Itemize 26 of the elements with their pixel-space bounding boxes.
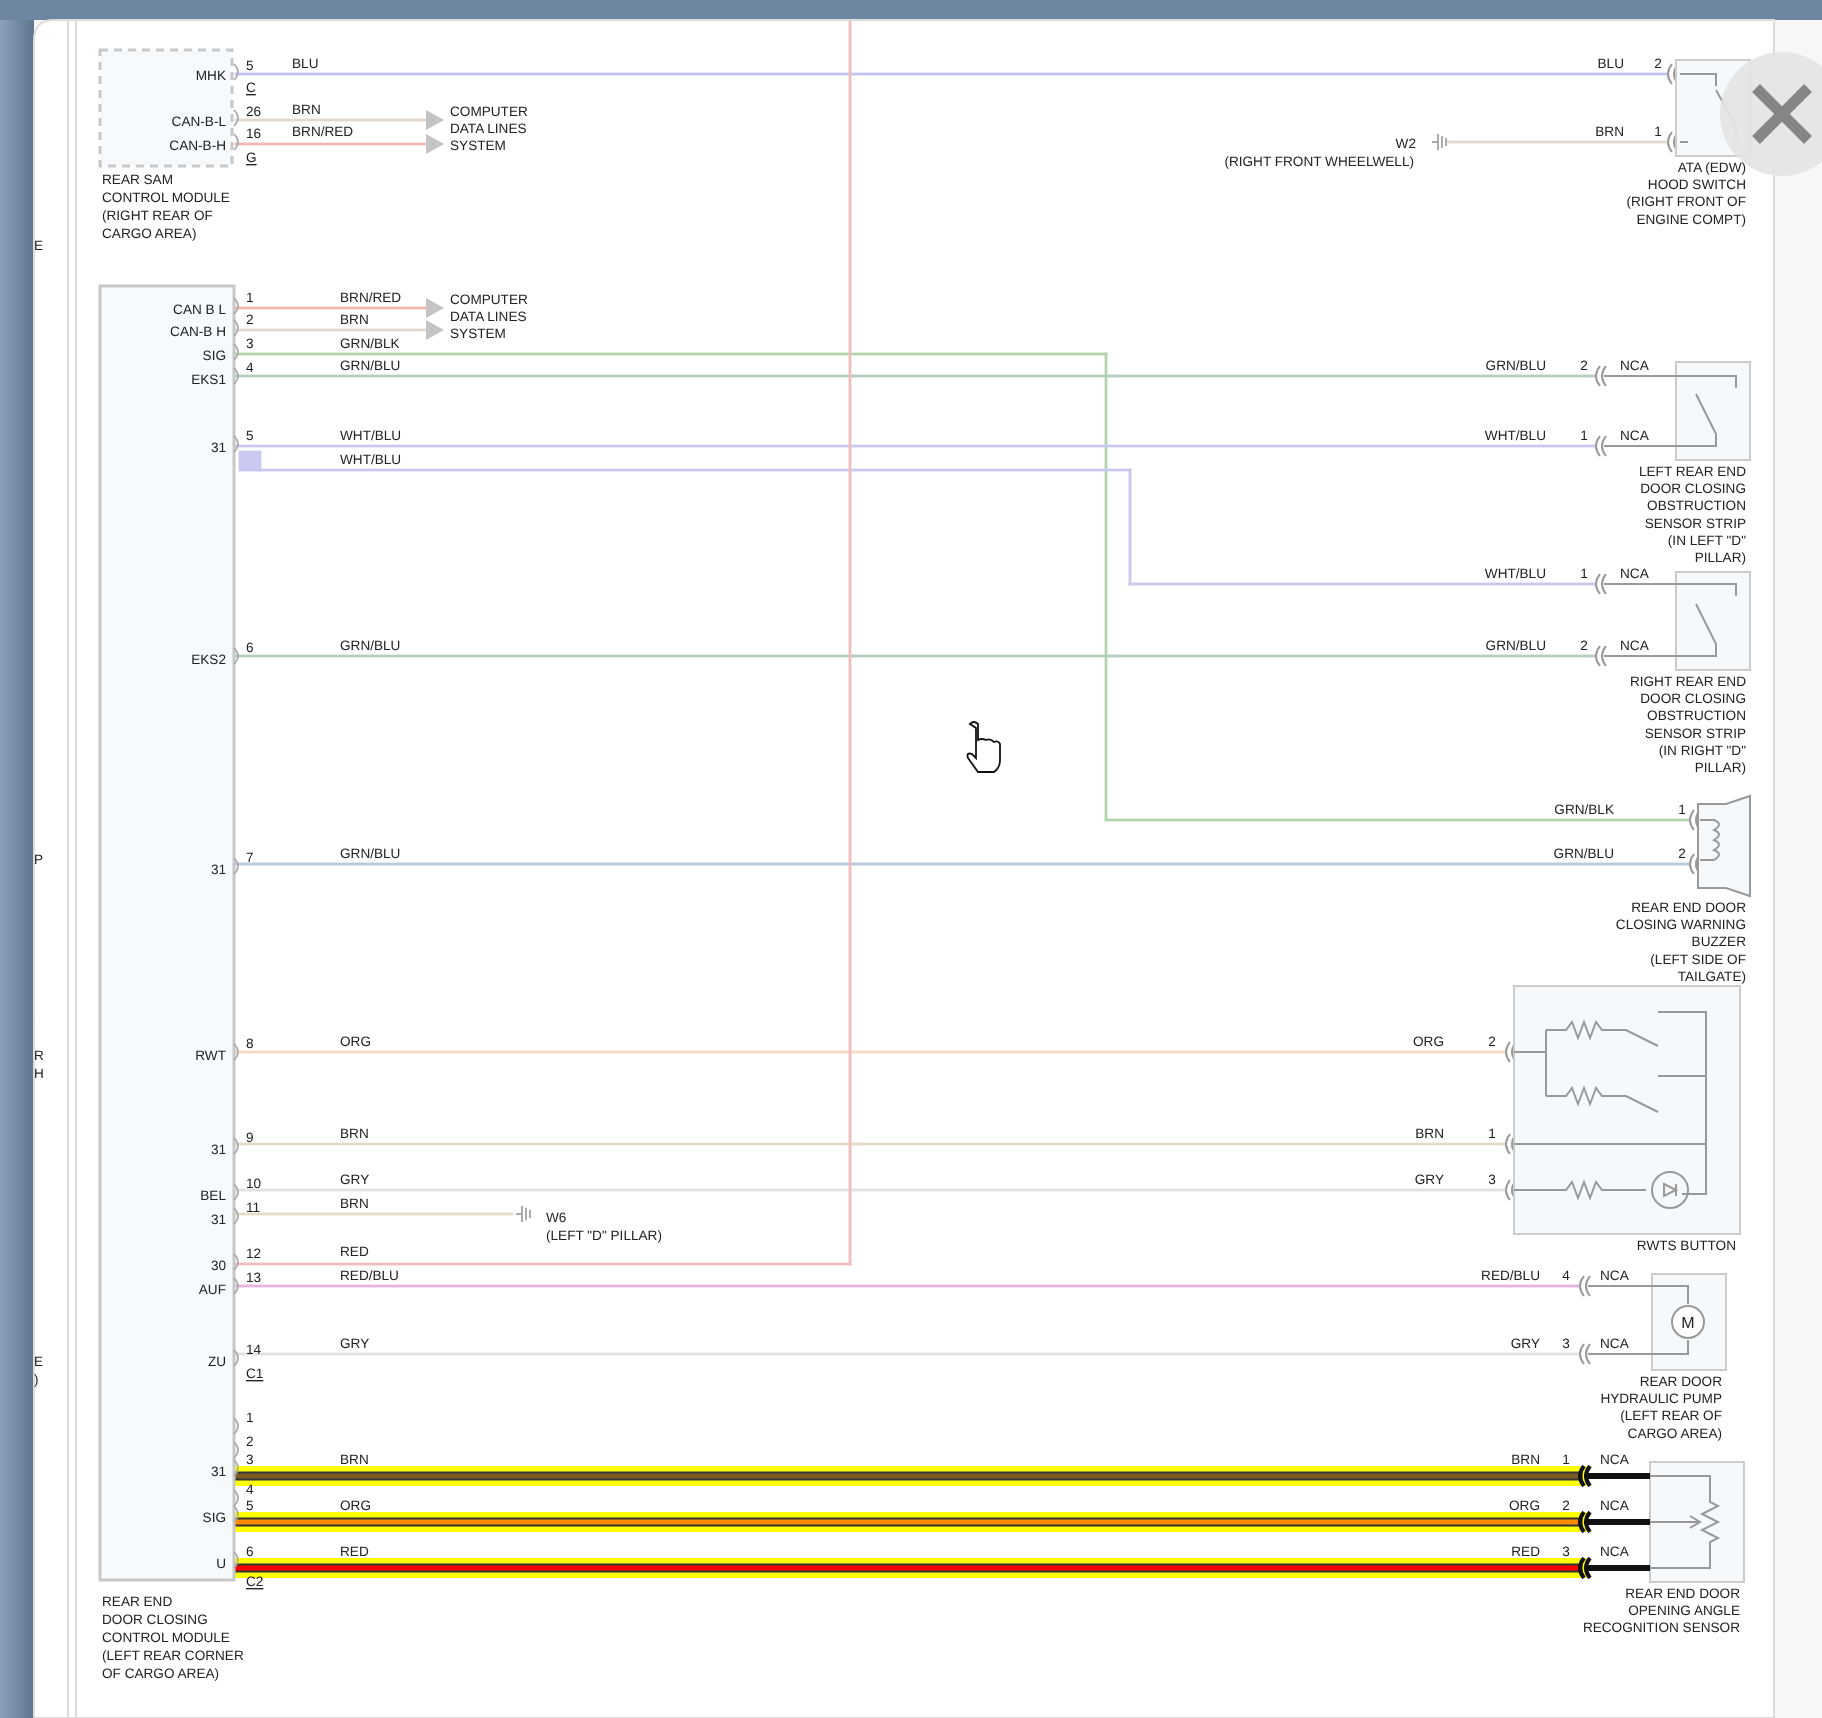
terminal-icon xyxy=(233,647,239,665)
motor-label: M xyxy=(1681,1314,1695,1332)
connector-icon xyxy=(1578,1556,1592,1580)
terminal-icon xyxy=(233,1349,239,1367)
terminal-icon xyxy=(233,1551,239,1569)
connector-icon xyxy=(1595,645,1607,667)
ground-icon xyxy=(515,1205,531,1223)
terminal-icon xyxy=(233,63,239,81)
connector-icon xyxy=(1579,1343,1591,1365)
motor-drawing xyxy=(1651,1273,1727,1371)
connector-icon xyxy=(1579,1275,1591,1297)
cursor-icon xyxy=(966,721,1001,773)
ground-icon xyxy=(1431,133,1447,151)
connector-icon xyxy=(1578,1464,1592,1488)
connector-icon xyxy=(1595,365,1607,387)
module-box xyxy=(98,48,234,168)
switch-drawing xyxy=(1675,361,1751,461)
terminal-icon xyxy=(233,1137,239,1155)
terminal-icon xyxy=(233,435,239,453)
connector-icon xyxy=(1578,1510,1592,1534)
sensor-drawing xyxy=(1649,1461,1745,1583)
connector-icon xyxy=(1595,573,1607,595)
connector-icon xyxy=(1595,435,1607,457)
terminal-icon xyxy=(233,1043,239,1061)
terminal-icon xyxy=(233,857,239,875)
switch-drawing xyxy=(1675,571,1751,671)
